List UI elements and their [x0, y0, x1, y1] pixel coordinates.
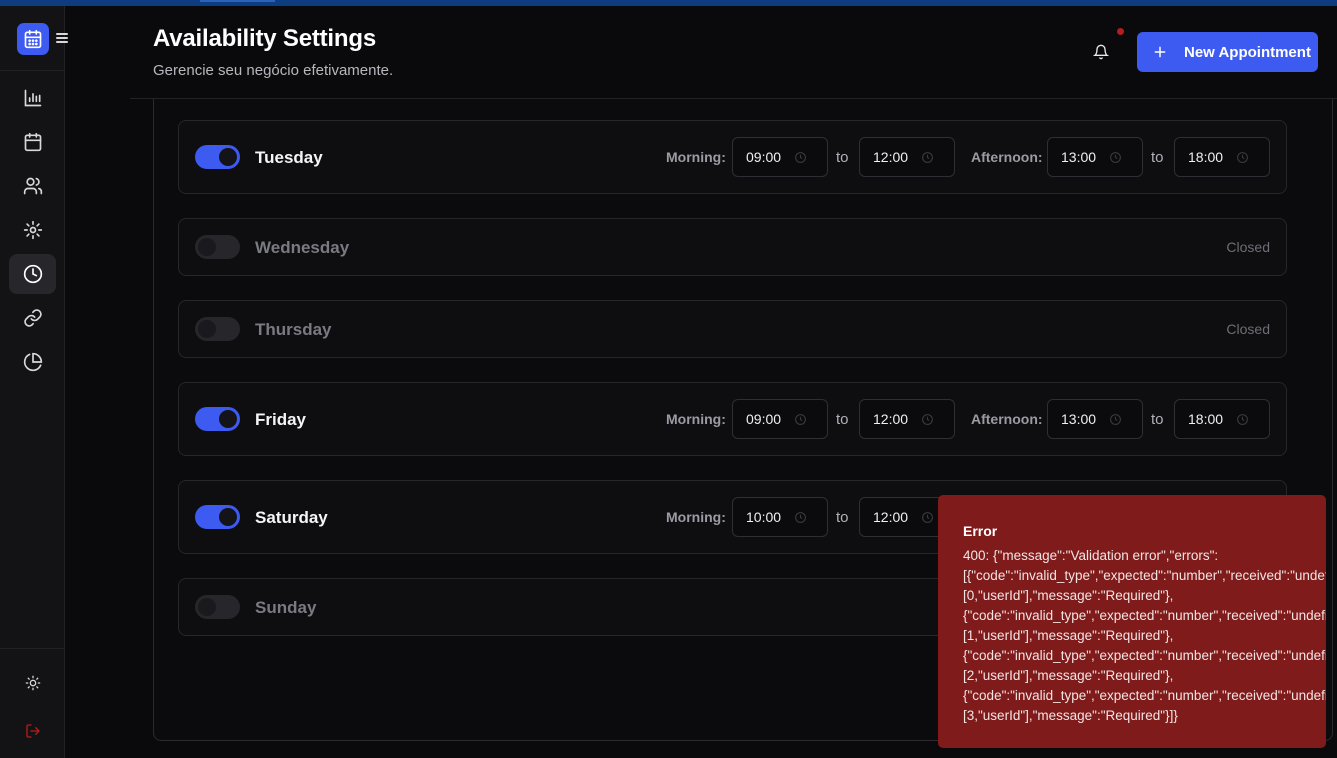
clock-input-icon [922, 512, 933, 523]
morning-start-input[interactable]: 09:00 [732, 137, 828, 177]
toast-message-line: [0,"userId"],"message":"Required"}, [963, 588, 1174, 603]
error-toast[interactable]: Error 400: {"message":"Validation error"… [938, 495, 1326, 748]
to-label: to [836, 149, 849, 166]
sidebar-item-settings[interactable] [9, 210, 56, 250]
clock-input-icon [795, 512, 806, 523]
day-name: Tuesday [255, 148, 323, 167]
afternoon-end-input[interactable]: 18:00 [1174, 137, 1270, 177]
morning-start-input[interactable]: 10:00 [732, 497, 828, 537]
sidebar-item-calendar[interactable] [9, 122, 56, 162]
theme-toggle-button[interactable] [9, 663, 56, 703]
sidebar-item-dashboard[interactable] [9, 78, 56, 118]
morning-end-input[interactable]: 12:00 [859, 137, 955, 177]
toast-message-line: [2,"userId"],"message":"Required"}, [963, 668, 1174, 683]
sidebar-item-availability[interactable] [9, 254, 56, 294]
morning-end-input[interactable]: 12:00 [859, 399, 955, 439]
clock-input-icon [795, 414, 806, 425]
sun-icon [25, 675, 40, 691]
clock-icon [23, 264, 42, 284]
logout-icon [25, 724, 40, 738]
afternoon-label: Afternoon: [971, 411, 1043, 427]
users-icon [23, 177, 42, 195]
sidebar-item-links[interactable] [9, 298, 56, 338]
top-accent-bar [0, 0, 1337, 6]
morning-label: Morning: [666, 509, 726, 525]
toast-message-line: {"code":"invalid_type","expected":"numbe… [963, 608, 1326, 623]
gear-icon [23, 220, 42, 240]
day-name: Wednesday [255, 238, 350, 257]
morning-label: Morning: [666, 149, 726, 165]
afternoon-start-input[interactable]: 13:00 [1047, 399, 1143, 439]
clock-input-icon [1237, 152, 1248, 163]
closed-label: Closed [1226, 321, 1270, 337]
to-label: to [1151, 411, 1164, 428]
pie-chart-icon [23, 352, 42, 372]
sidebar [0, 6, 68, 758]
calendar-logo-icon [24, 29, 42, 49]
day-row-wednesday: Wednesday Closed [178, 218, 1287, 276]
notifications-button[interactable] [1090, 41, 1112, 63]
toast-message-line: [1,"userId"],"message":"Required"}, [963, 628, 1174, 643]
page-subtitle: Gerencie seu negócio efetivamente. [153, 62, 394, 79]
day-row-tuesday: Tuesday Morning: 09:00 to 12:00 Afternoo… [178, 120, 1287, 194]
calendar-icon [24, 132, 41, 152]
link-icon [23, 309, 42, 327]
afternoon-start-input[interactable]: 13:00 [1047, 137, 1143, 177]
day-name: Friday [255, 410, 307, 429]
clock-input-icon [1237, 414, 1248, 425]
sidebar-item-clients[interactable] [9, 166, 56, 206]
new-appointment-label: New Appointment [1184, 43, 1311, 61]
day-toggle-sunday[interactable] [195, 595, 240, 619]
clock-input-icon [922, 152, 933, 163]
day-toggle-tuesday[interactable] [195, 145, 240, 169]
bell-icon [1093, 44, 1109, 60]
afternoon-label: Afternoon: [971, 149, 1043, 165]
plus-icon [1154, 46, 1166, 58]
day-row-friday: Friday Morning: 09:00 to 12:00 Afternoon… [178, 382, 1287, 456]
clock-input-icon [1110, 152, 1121, 163]
bar-chart-icon [24, 89, 41, 107]
toast-message-line: 400: {"message":"Validation error","erro… [963, 548, 1219, 563]
app-logo[interactable] [17, 23, 49, 55]
toast-message-line: {"code":"invalid_type","expected":"numbe… [963, 648, 1326, 663]
sidebar-divider [0, 70, 65, 71]
toast-message-line: [{"code":"invalid_type","expected":"numb… [963, 568, 1326, 583]
morning-label: Morning: [666, 411, 726, 427]
page-title: Availability Settings [153, 25, 376, 52]
day-name: Saturday [255, 508, 328, 527]
day-row-thursday: Thursday Closed [178, 300, 1287, 358]
toast-title: Error [963, 523, 998, 539]
day-toggle-saturday[interactable] [195, 505, 240, 529]
afternoon-end-input[interactable]: 18:00 [1174, 399, 1270, 439]
clock-input-icon [922, 414, 933, 425]
logout-button[interactable] [9, 711, 56, 751]
clock-input-icon [795, 152, 806, 163]
day-name: Sunday [255, 598, 317, 617]
day-toggle-friday[interactable] [195, 407, 240, 431]
to-label: to [1151, 149, 1164, 166]
closed-label: Closed [1226, 239, 1270, 255]
sidebar-item-reports[interactable] [9, 342, 56, 382]
day-toggle-wednesday[interactable] [195, 235, 240, 259]
menu-toggle-icon[interactable] [55, 31, 69, 45]
toast-message-line: {"code":"invalid_type","expected":"numbe… [963, 688, 1326, 703]
to-label: to [836, 509, 849, 526]
notification-dot [1117, 28, 1124, 35]
new-appointment-button[interactable]: New Appointment [1137, 32, 1318, 72]
toast-message-line: [3,"userId"],"message":"Required"}]} [963, 708, 1178, 723]
toast-message: 400: {"message":"Validation error","erro… [963, 546, 1326, 726]
day-toggle-thursday[interactable] [195, 317, 240, 341]
clock-input-icon [1110, 414, 1121, 425]
to-label: to [836, 411, 849, 428]
sidebar-divider [0, 648, 65, 649]
morning-start-input[interactable]: 09:00 [732, 399, 828, 439]
day-name: Thursday [255, 320, 332, 339]
